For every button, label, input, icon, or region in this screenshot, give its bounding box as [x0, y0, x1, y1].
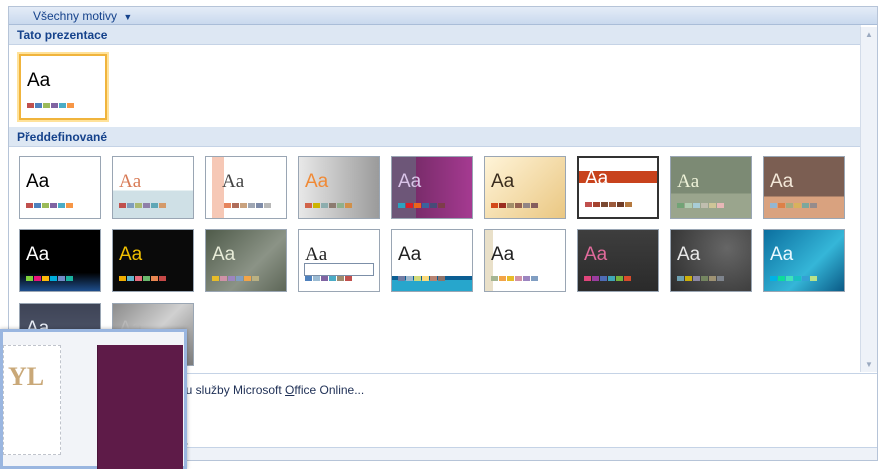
color-swatches: [212, 276, 260, 281]
theme-preview-popup: YL: [0, 329, 187, 469]
theme-thumb-text: Aa: [491, 244, 515, 265]
color-swatches: [677, 203, 725, 208]
preview-document: YL: [3, 345, 61, 455]
gallery-scrollbar[interactable]: ▲ ▼: [860, 27, 877, 372]
section-header-this-presentation: Tato prezentace: [9, 25, 861, 45]
preview-plum-panel: [97, 345, 183, 469]
theme-thumb-equity[interactable]: Aa: [484, 156, 566, 219]
theme-thumb-text: Aa: [119, 171, 142, 192]
gallery-filter-bar: Všechny motivy ▼: [9, 7, 877, 25]
menu-item-label-rest: ffice Online...: [294, 383, 365, 397]
color-swatches: [305, 203, 353, 208]
theme-thumb-text: Aa: [222, 171, 245, 192]
theme-thumb-text: Aa: [677, 244, 701, 265]
theme-thumb-trek[interactable]: Aa: [763, 229, 845, 292]
color-swatches: [26, 203, 74, 208]
theme-thumb-text: Aa: [119, 244, 143, 265]
color-swatches: [585, 202, 633, 207]
color-swatches: [27, 103, 75, 108]
theme-thumb-text: Aa: [305, 171, 329, 192]
chevron-down-icon: ▼: [123, 12, 133, 22]
theme-thumb-text: Aa: [26, 171, 50, 192]
preview-logo: YL: [8, 362, 45, 391]
decorative-frame: [304, 263, 374, 276]
theme-thumb-apex[interactable]: Aa: [112, 156, 194, 219]
color-swatches: [491, 203, 539, 208]
theme-thumb-median[interactable]: Aa: [763, 156, 845, 219]
menu-item-label: ou služby Microsoft: [179, 383, 286, 397]
color-swatches: [398, 203, 446, 208]
menu-item-accelerator: O: [285, 383, 295, 397]
theme-thumb-current[interactable]: Aa: [19, 54, 107, 120]
theme-thumb-text: Aa: [585, 168, 609, 189]
all-themes-label: Všechny motivy: [33, 9, 118, 23]
color-swatches: [305, 276, 353, 281]
color-swatches: [677, 276, 725, 281]
theme-thumb-text: Aa: [677, 171, 700, 192]
color-swatches: [398, 276, 446, 281]
theme-thumb-text: Aa: [212, 244, 236, 265]
theme-thumb-opulent[interactable]: Aa: [205, 229, 287, 292]
color-swatches: [491, 276, 539, 281]
section-title: Předdefinované: [17, 130, 108, 144]
theme-thumb-metro[interactable]: Aa: [19, 229, 101, 292]
theme-thumb-text: Aa: [398, 171, 422, 192]
theme-thumb-text: Aa: [770, 244, 794, 265]
all-themes-dropdown[interactable]: Všechny motivy ▼: [33, 9, 132, 23]
theme-thumb-text: Aa: [491, 171, 515, 192]
theme-thumb-flow[interactable]: Aa: [577, 156, 659, 219]
section-header-predefined: Předdefinované: [9, 127, 861, 147]
theme-thumb-paper[interactable]: Aa: [484, 229, 566, 292]
theme-thumb-text: Aa: [770, 171, 794, 192]
theme-thumb-module[interactable]: Aa: [112, 229, 194, 292]
theme-thumb-oriel[interactable]: Aa: [298, 229, 380, 292]
theme-thumb-office[interactable]: Aa: [19, 156, 101, 219]
theme-thumb-text: Aa: [398, 244, 422, 265]
color-swatches: [119, 276, 167, 281]
theme-thumb-solstice[interactable]: Aa: [577, 229, 659, 292]
theme-thumb-origin[interactable]: Aa: [391, 229, 473, 292]
theme-thumb-aspect[interactable]: Aa: [205, 156, 287, 219]
theme-gallery-screen: Všechny motivy ▼ Tato prezentace Aa Před…: [0, 0, 882, 469]
theme-thumb-text: Aa: [26, 244, 50, 265]
theme-thumb-civic[interactable]: Aa: [298, 156, 380, 219]
theme-thumb-text: Aa: [584, 244, 608, 265]
scroll-up-icon[interactable]: ▲: [864, 30, 874, 39]
color-swatches: [770, 276, 818, 281]
color-swatches: [224, 203, 272, 208]
color-swatches: [119, 203, 167, 208]
theme-thumb-foundry[interactable]: Aa: [670, 156, 752, 219]
scroll-down-icon[interactable]: ▼: [864, 360, 874, 369]
color-swatches: [770, 203, 818, 208]
color-swatches: [584, 276, 632, 281]
search-online-themes-item[interactable]: ou služby Microsoft Office Online...: [179, 383, 364, 397]
theme-thumb-concourse[interactable]: Aa: [391, 156, 473, 219]
section-title: Tato prezentace: [17, 28, 108, 42]
theme-thumb-text: Aa: [27, 70, 51, 91]
color-swatches: [26, 276, 74, 281]
theme-thumb-technic[interactable]: Aa: [670, 229, 752, 292]
